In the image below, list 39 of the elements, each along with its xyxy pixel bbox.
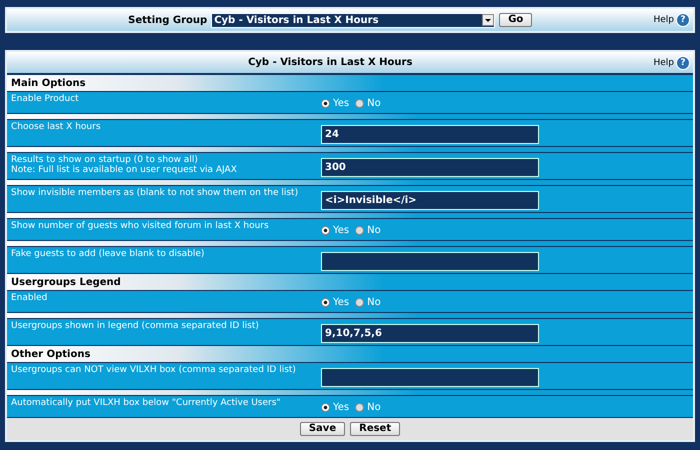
setting-note: Note: Full list is available on user request via AJAX: [11, 165, 238, 175]
radio-button[interactable]: [355, 403, 364, 412]
radio-button[interactable]: [355, 226, 364, 235]
setting-label: Choose last X hours: [11, 122, 102, 132]
setting-label: Show invisible members as (blank to not show them on the list): [11, 188, 300, 198]
setting-label: Fake guests to add (leave blank to disable): [11, 249, 206, 259]
radio-button[interactable]: [355, 298, 364, 307]
text-field[interactable]: <i>Invisible</i>: [321, 190, 539, 210]
radio-button[interactable]: [321, 99, 330, 108]
help-icon[interactable]: ?: [676, 56, 690, 70]
go-button[interactable]: Go: [499, 13, 532, 27]
form-button[interactable]: Save: [300, 422, 346, 436]
setting-label: Show number of guests who visited forum in last X hours: [11, 221, 270, 231]
setting-label: Automatically put VILXH box below "Currently Active Users": [11, 398, 282, 408]
setting-group-label: Setting Group: [128, 14, 208, 26]
caret-icon: [482, 14, 494, 26]
radio-button[interactable]: [355, 99, 364, 108]
form-button[interactable]: Reset: [350, 422, 400, 436]
setting-label: Usergroups shown in legend (comma separated ID list): [11, 321, 260, 331]
text-field[interactable]: [321, 368, 539, 386]
setting-label: Usergroups can NOT view VILXH box (comma separated ID list): [11, 365, 297, 375]
section-title: Main Options: [11, 78, 86, 88]
help-icon[interactable]: ?: [676, 13, 690, 27]
setting-group-select[interactable]: Cyb - Visitors in Last X Hours: [211, 12, 496, 28]
text-field[interactable]: 9,10,7,5,6: [321, 324, 539, 342]
text-field[interactable]: [321, 252, 539, 270]
help-link[interactable]: Help: [653, 15, 674, 25]
section-title: Other Options: [11, 348, 90, 360]
radio-button[interactable]: [321, 226, 330, 235]
setting-label: Enabled: [11, 293, 48, 303]
setting-label: Enable Product: [11, 94, 80, 104]
panel-title: Cyb - Visitors in Last X Hours: [247, 57, 414, 68]
setting-label: Results to show on startup (0 to show all): [11, 155, 199, 165]
help-link[interactable]: Help: [653, 58, 674, 68]
text-field[interactable]: 300: [321, 158, 539, 176]
text-field[interactable]: 24: [321, 124, 539, 144]
section-title: Usergroups Legend: [11, 276, 121, 288]
radio-button[interactable]: [321, 298, 330, 307]
radio-button[interactable]: [321, 403, 330, 412]
